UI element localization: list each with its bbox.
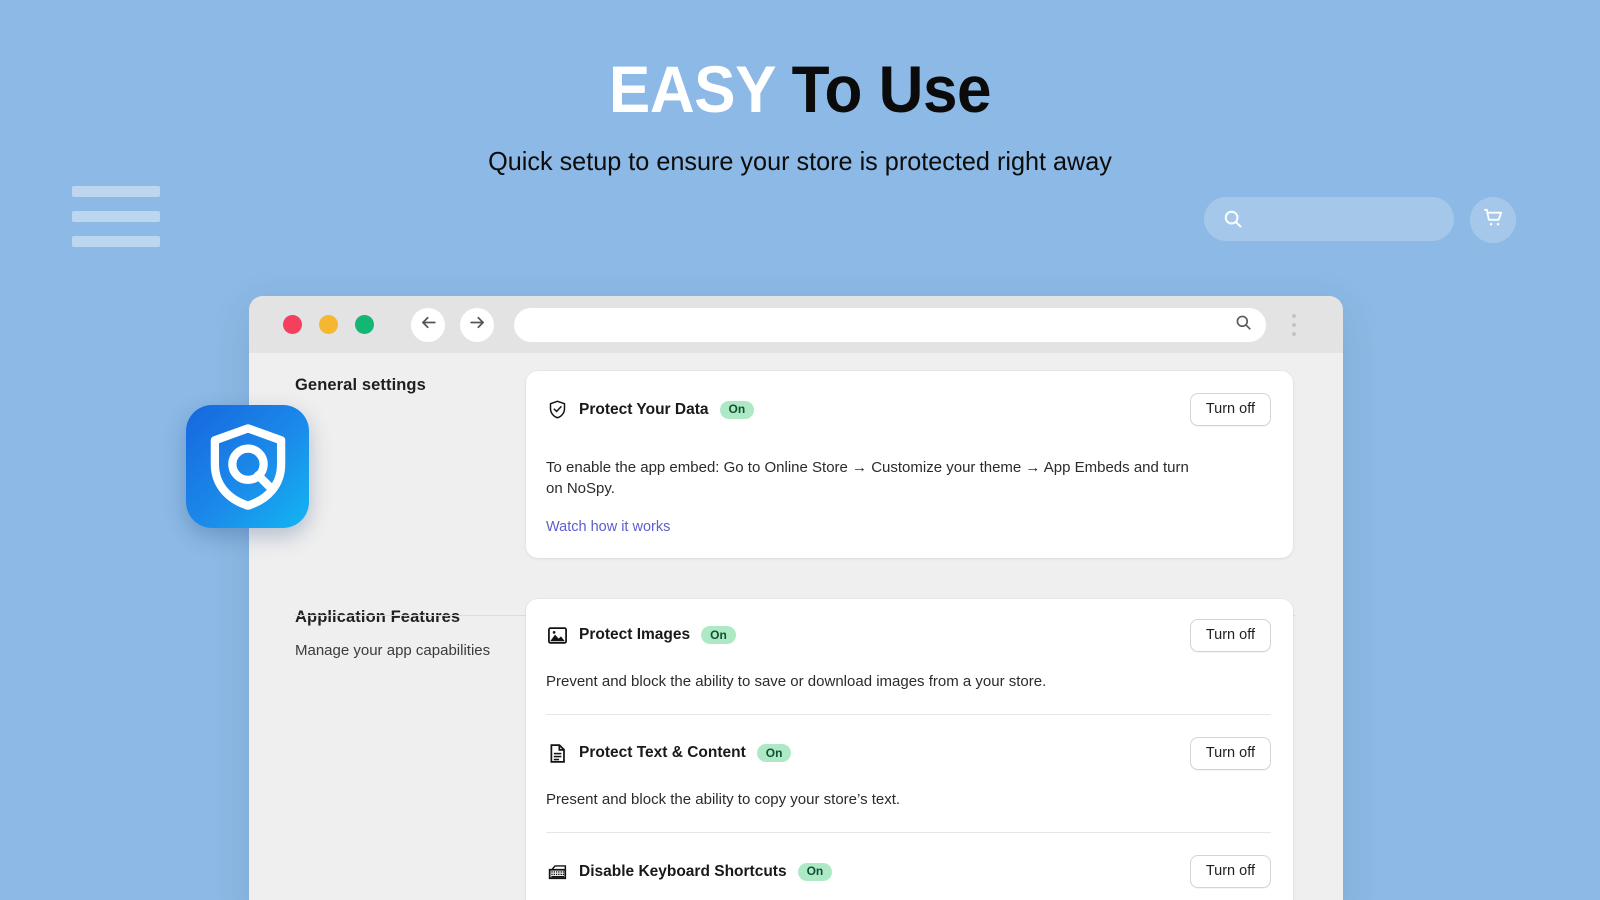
protect-your-data-card: Protect Your Data On Turn off To enable …	[526, 371, 1293, 558]
feature-description: Prevent and block the ability to save or…	[546, 672, 1047, 690]
page-title-plain: To Use	[791, 52, 992, 126]
turn-off-button[interactable]: Turn off	[1189, 855, 1271, 889]
arrow-right-icon	[468, 313, 487, 337]
sidebar-section-title: Application Features	[295, 608, 461, 626]
minimize-window-button[interactable]	[319, 315, 338, 334]
forward-button[interactable]	[460, 307, 494, 342]
card-header: Protect Images On Turn off	[546, 618, 1271, 652]
shopping-cart-button[interactable]	[1470, 197, 1516, 243]
arrow-left-icon	[419, 313, 438, 337]
page-title: EASY To Use	[48, 52, 1552, 126]
page-title-accent: EASY	[608, 52, 775, 126]
turn-off-button[interactable]: Turn off	[1189, 393, 1271, 426]
sidebar-section-subtitle: Manage your app capabilities	[295, 642, 491, 659]
kebab-menu-icon[interactable]	[1280, 313, 1308, 336]
search-input[interactable]	[1204, 197, 1454, 241]
address-bar[interactable]	[514, 307, 1266, 342]
close-window-button[interactable]	[283, 315, 302, 334]
card-header-left: Disable Keyboard Shortcuts On	[546, 861, 833, 883]
keyboard-icon	[546, 861, 568, 883]
search-icon	[1222, 208, 1244, 230]
shield-magnifier-icon	[210, 423, 285, 510]
application-features-card: Protect Images On Turn off Prevent and b…	[526, 598, 1293, 900]
page-subtitle: Quick setup to ensure your store is prot…	[488, 146, 1112, 177]
window-traffic-lights	[283, 315, 374, 334]
hamburger-bar	[72, 186, 160, 197]
card-header-left: Protect Images On	[546, 624, 736, 646]
kebab-dot	[1292, 313, 1296, 318]
browser-nav-buttons	[411, 307, 494, 342]
feature-row-disable-keyboard-shortcuts: Disable Keyboard Shortcuts On Turn off B…	[546, 832, 1271, 900]
shield-check-icon	[546, 399, 568, 421]
card-header: Disable Keyboard Shortcuts On Turn off	[546, 855, 1271, 889]
hamburger-bar	[72, 236, 160, 247]
feature-row-protect-text-content: Protect Text & Content On Turn off Prese…	[546, 713, 1271, 832]
kebab-dot	[1292, 322, 1296, 327]
hamburger-menu-icon[interactable]	[72, 186, 160, 247]
card-description: To enable the app embed: Go to Online St…	[546, 459, 1189, 498]
status-badge: On	[756, 744, 792, 763]
browser-toolbar	[249, 296, 1343, 353]
nospy-app-logo	[186, 405, 309, 528]
search-icon[interactable]	[1234, 313, 1253, 337]
turn-off-button[interactable]: Turn off	[1189, 618, 1271, 652]
turn-off-button[interactable]: Turn off	[1189, 736, 1271, 770]
kebab-dot	[1292, 331, 1296, 336]
status-badge: On	[797, 862, 833, 881]
app-content: General settings Application Features Ma…	[249, 353, 1343, 900]
sidebar-section-general-settings: General settings	[295, 376, 426, 394]
card-header: Protect Your Data On Turn off	[546, 393, 1271, 426]
document-text-icon	[546, 742, 568, 764]
status-badge: On	[719, 400, 755, 419]
feature-title: Disable Keyboard Shortcuts	[579, 862, 787, 880]
maximize-window-button[interactable]	[355, 315, 374, 334]
card-header: Protect Text & Content On Turn off	[546, 736, 1271, 770]
card-header-left: Protect Text & Content On	[546, 742, 792, 764]
feature-title: Protect Text & Content	[579, 744, 746, 762]
image-icon	[546, 624, 568, 646]
card-header-left: Protect Your Data On	[546, 399, 755, 421]
back-button[interactable]	[411, 307, 445, 342]
settings-content: Protect Your Data On Turn off To enable …	[526, 353, 1343, 900]
feature-row-protect-images: Protect Images On Turn off Prevent and b…	[546, 618, 1271, 714]
feature-title: Protect Images	[579, 626, 691, 644]
shopping-cart-icon	[1482, 206, 1505, 234]
card-title: Protect Your Data	[579, 400, 709, 418]
feature-description: Present and block the ability to copy yo…	[546, 790, 901, 808]
hamburger-bar	[72, 211, 160, 222]
status-badge: On	[701, 626, 736, 645]
watch-how-it-works-link[interactable]: Watch how it works	[546, 519, 670, 535]
browser-window: General settings Application Features Ma…	[249, 296, 1343, 900]
hero-section: EASY To Use Quick setup to ensure your s…	[0, 0, 1600, 177]
